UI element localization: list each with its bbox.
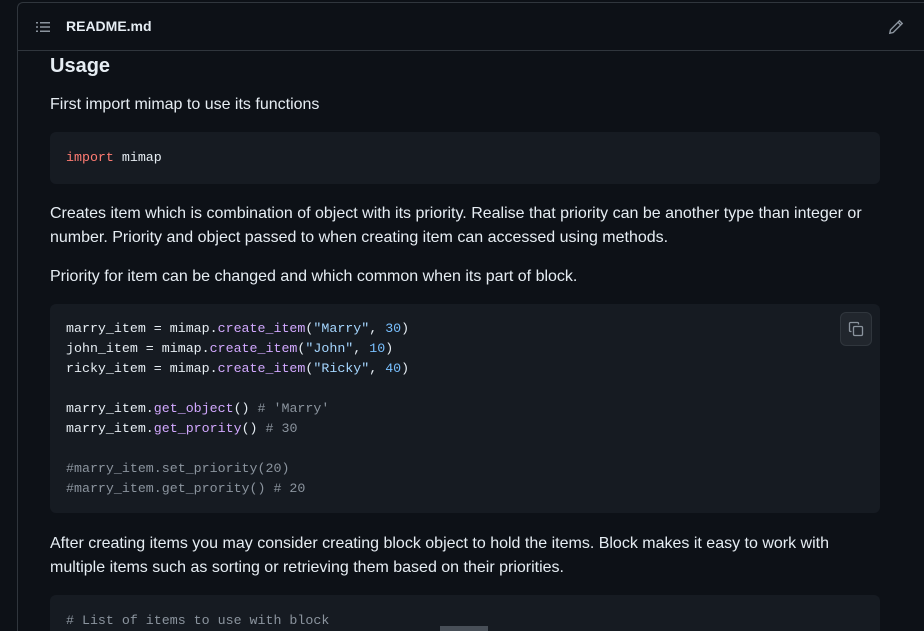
pencil-icon[interactable] [888, 19, 904, 35]
horizontal-scrollbar-thumb[interactable] [440, 626, 488, 631]
code-line: marry_item.get_prority() # 30 [66, 421, 298, 436]
code-comment: # List of items to use with block [66, 613, 330, 628]
code-keyword: import [66, 150, 114, 165]
paragraph-block: After creating items you may consider cr… [50, 535, 829, 576]
copy-code-button[interactable] [840, 312, 872, 346]
code-line: marry_item.get_object() # 'Marry' [66, 401, 330, 416]
paragraph-create-item: Creates item which is combination of obj… [50, 205, 862, 246]
code-block-items: marry_item = mimap.create_item("Marry", … [50, 304, 880, 513]
code-line: ricky_item = mimap.create_item("Ricky", … [66, 361, 410, 376]
code-line: john_item = mimap.create_item("John", 10… [66, 341, 394, 356]
readme-filename: README.md [66, 18, 152, 34]
code-block-import: import mimap [50, 132, 880, 184]
copy-icon [848, 321, 864, 337]
code-comment: #marry_item.set_priority(20) [66, 461, 290, 476]
list-unordered-icon[interactable] [35, 19, 51, 35]
paragraph-priority: Priority for item can be changed and whi… [50, 268, 578, 285]
section-heading-usage: Usage [50, 55, 111, 77]
code-comment: #marry_item.get_prority() # 20 [66, 481, 306, 496]
readme-panel: README.md Usage First import mimap to us… [17, 2, 924, 631]
code-line: marry_item = mimap.create_item("Marry", … [66, 321, 410, 336]
paragraph-import: First import mimap to use its functions [50, 96, 320, 113]
readme-header: README.md [18, 3, 924, 51]
code-text: mimap [113, 150, 162, 165]
